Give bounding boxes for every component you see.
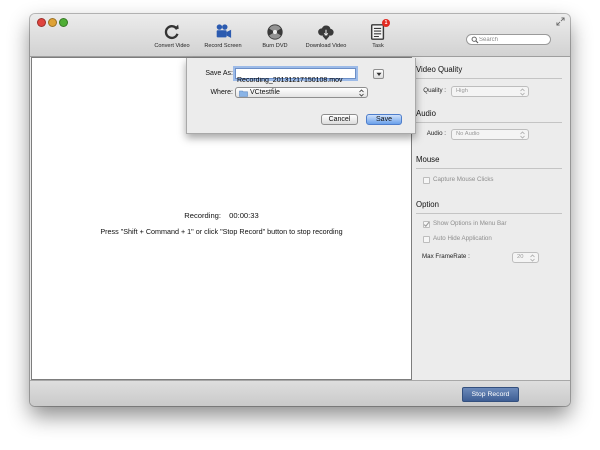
quality-value: High xyxy=(456,88,468,94)
toolbar-task[interactable]: 1 Task xyxy=(348,19,408,49)
cancel-button[interactable]: Cancel xyxy=(321,114,358,125)
task-count-badge: 1 xyxy=(382,19,390,27)
save-as-label: Save As: xyxy=(205,70,233,77)
show-options-label: Show Options in Menu Bar xyxy=(433,220,507,227)
expand-dialog-button[interactable] xyxy=(373,69,384,79)
save-as-field-wrap xyxy=(235,68,356,85)
app-window: Convert Video Record Screen Burn DVD Dow… xyxy=(30,14,570,406)
record-screen-icon xyxy=(216,24,232,38)
search-icon xyxy=(471,36,479,44)
auto-hide-checkbox[interactable] xyxy=(423,236,430,243)
divider xyxy=(416,213,562,214)
fullscreen-icon[interactable] xyxy=(556,17,565,26)
download-video-icon xyxy=(318,25,334,41)
popup-arrows-icon xyxy=(530,254,535,262)
save-as-input[interactable] xyxy=(236,76,356,85)
option-title: Option xyxy=(416,200,439,209)
audio-select[interactable]: No Audio xyxy=(451,129,529,140)
max-framerate-label: Max FrameRate : xyxy=(422,253,470,260)
folder-icon xyxy=(239,90,248,97)
divider xyxy=(416,168,562,169)
checkmark-icon xyxy=(423,221,430,228)
burn-dvd-icon xyxy=(267,24,283,40)
video-quality-title: Video Quality xyxy=(416,65,463,74)
toolbar: Convert Video Record Screen Burn DVD Dow… xyxy=(30,14,570,57)
recording-hint: Press "Shift + Command + 1" or click "St… xyxy=(100,227,343,236)
toolbar-label: Record Screen xyxy=(204,43,242,49)
toolbar-record-screen[interactable]: Record Screen xyxy=(193,23,253,49)
popup-arrows-icon xyxy=(359,89,364,97)
divider xyxy=(416,122,562,123)
recording-label: Recording: xyxy=(184,211,222,220)
audio-label: Audio : xyxy=(426,130,446,137)
minimize-window-button[interactable] xyxy=(48,18,57,27)
toolbar-label: Download Video xyxy=(305,43,347,49)
bottom-bar: Stop Record xyxy=(30,380,570,406)
mouse-title: Mouse xyxy=(416,155,440,164)
capture-mouse-clicks-label: Capture Mouse Clicks xyxy=(433,176,494,183)
capture-mouse-clicks-checkbox[interactable] xyxy=(423,177,430,184)
quality-label: Quality : xyxy=(423,87,446,94)
search-box[interactable] xyxy=(466,34,551,45)
framerate-select[interactable]: 20 xyxy=(512,252,539,263)
divider xyxy=(416,78,562,79)
stop-record-button[interactable]: Stop Record xyxy=(462,387,519,402)
where-label: Where: xyxy=(210,89,233,96)
save-dialog-sheet: Save As: Where: VCtestfile Cancel Save xyxy=(186,58,416,134)
framerate-value: 20 xyxy=(517,254,524,260)
save-button[interactable]: Save xyxy=(366,114,402,125)
popup-arrows-icon xyxy=(520,131,525,139)
audio-title: Audio xyxy=(416,109,436,118)
toolbar-label: Task xyxy=(372,43,384,49)
recording-status: Recording: 00:00:33 xyxy=(32,211,411,220)
convert-video-icon xyxy=(164,24,179,40)
close-window-button[interactable] xyxy=(37,18,46,27)
audio-value: No Audio xyxy=(456,131,480,137)
show-options-checkbox[interactable] xyxy=(423,221,430,228)
recording-time: 00:00:33 xyxy=(229,211,259,220)
chevron-down-icon xyxy=(376,72,382,76)
where-value: VCtestfile xyxy=(250,89,280,96)
zoom-window-button[interactable] xyxy=(59,18,68,27)
where-select[interactable]: VCtestfile xyxy=(235,87,368,98)
toolbar-download-video[interactable]: Download Video xyxy=(296,23,356,49)
task-icon-wrap: 1 xyxy=(369,19,390,41)
popup-arrows-icon xyxy=(520,88,525,96)
auto-hide-label: Auto Hide Application xyxy=(433,235,492,242)
search-input[interactable] xyxy=(479,35,547,44)
quality-select[interactable]: High xyxy=(451,86,529,97)
